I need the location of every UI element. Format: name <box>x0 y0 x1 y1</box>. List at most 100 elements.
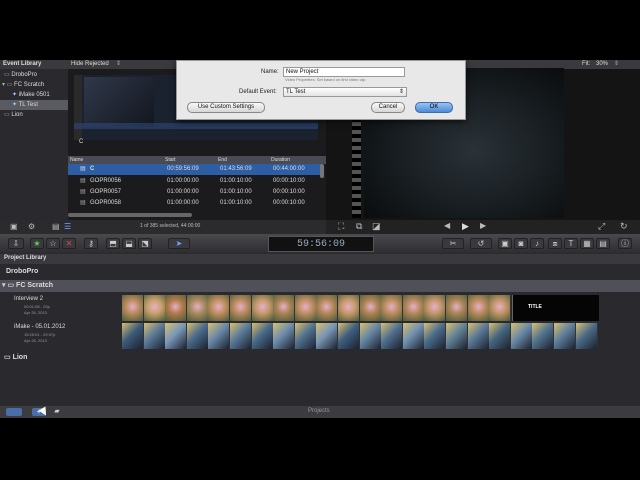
unrate-icon[interactable]: ☆ <box>46 238 60 249</box>
enhancements-icon[interactable]: ↺ <box>470 238 492 249</box>
new-folder-icon[interactable]: ▰ <box>50 408 64 416</box>
filmstrip-frame <box>186 295 209 321</box>
connect-clip-icon[interactable]: ⬒ <box>106 238 120 249</box>
music-icon[interactable]: ♪ <box>530 238 544 249</box>
row-name: GOPR0058 <box>90 200 122 206</box>
gear-icon[interactable]: ⚙ <box>28 222 35 231</box>
transform-icon[interactable]: ⛶ <box>338 221 344 232</box>
filmstrip-frame <box>446 323 468 349</box>
row-name: C <box>90 166 95 172</box>
event-item-tl-test[interactable]: ✦ TL Test <box>0 100 68 110</box>
table-row[interactable]: ▤ C 00:59:56:09 01:43:56:09 00:44:00:00 <box>68 164 322 175</box>
reject-icon[interactable]: ✕ <box>62 238 76 249</box>
project-filmstrip[interactable] <box>122 323 598 349</box>
select-tool-icon[interactable]: ➤ <box>168 238 190 249</box>
filmstrip-frame <box>186 323 209 349</box>
project-group-lion[interactable]: ▭ Lion <box>0 352 640 363</box>
letterbox-bottom <box>0 418 640 480</box>
titles-icon[interactable]: T <box>564 238 578 249</box>
favorite-icon[interactable]: ★ <box>30 238 44 249</box>
project-library-toggle-button[interactable] <box>6 408 22 416</box>
insert-clip-icon[interactable]: ⬓ <box>122 238 136 249</box>
project-library-footer: + ▰ Projects <box>0 406 640 418</box>
append-clip-icon[interactable]: ⬔ <box>138 238 152 249</box>
event-item-lion[interactable]: ▭ Lion <box>0 110 68 120</box>
zoom-dropdown-icon[interactable]: ⇕ <box>614 60 619 67</box>
zoom-value[interactable]: 30% <box>596 61 608 67</box>
filmstrip-frame <box>165 295 188 321</box>
ok-button[interactable]: OK <box>415 102 453 113</box>
event-star-icon: ✦ <box>12 92 18 98</box>
hide-rejected-filter[interactable]: Hide Rejected <box>71 61 109 67</box>
effects-tool-icon[interactable]: ✂ <box>442 238 464 249</box>
column-duration[interactable]: Duration <box>271 156 290 164</box>
filmstrip-frame <box>467 295 490 321</box>
title-clip-label: TITLE <box>528 304 542 310</box>
table-row[interactable]: ▤ GOPR0057 01:00:00:00 01:00:10:00 00:00… <box>68 187 322 198</box>
video-properties-hint: Video Properties: Set based on first vid… <box>285 77 366 82</box>
filter-dropdown-icon[interactable]: ⇕ <box>116 60 121 67</box>
event-item-fc-scratch[interactable]: ▾ ▭ FC Scratch <box>0 80 68 90</box>
inspector-icon[interactable]: ▣ <box>498 238 512 249</box>
new-project-dialog: Name: New Project Video Properties: Set … <box>176 60 466 120</box>
footer-label: Projects <box>308 408 330 414</box>
column-start[interactable]: Start <box>165 156 176 164</box>
event-item-imake-0501[interactable]: ✦ iMake 0501 <box>0 90 68 100</box>
filmstrip-frame <box>359 323 382 349</box>
project-duration: 00:01:08 - 29p <box>24 304 50 309</box>
filmstrip-view-icon[interactable]: ▤ <box>52 222 60 231</box>
table-row[interactable]: ▤ GOPR0056 01:00:00:00 01:00:10:00 00:00… <box>68 176 322 187</box>
name-label: Name: <box>261 69 279 75</box>
themes-icon[interactable]: ▤ <box>596 238 610 249</box>
disclosure-icon: ▾ <box>2 282 6 289</box>
project-duration: 19:25:01 - 29.97p <box>24 332 56 337</box>
crop-icon[interactable]: ⧉ <box>356 221 362 232</box>
disclosure-icon: ▾ <box>2 82 6 88</box>
row-end: 01:00:10:00 <box>220 189 252 195</box>
event-library-title: Event Library <box>3 61 42 67</box>
distort-icon[interactable]: ◪ <box>372 221 381 232</box>
list-header: Name Start End Duration <box>68 156 326 164</box>
filmstrip-frame <box>316 323 339 349</box>
fullscreen-icon[interactable]: ⤢ <box>598 221 605 232</box>
default-event-label: Default Event: <box>239 89 277 95</box>
event-item-drobopro[interactable]: ▭ DroboPro <box>0 70 68 80</box>
filmstrip-frame <box>381 323 404 349</box>
transitions-icon[interactable]: ⧈ <box>548 238 562 249</box>
cancel-button[interactable]: Cancel <box>371 102 405 113</box>
default-event-select[interactable]: TL Test ⇕ <box>283 87 407 97</box>
project-group-drobopro[interactable]: DroboPro <box>0 266 640 277</box>
play-icon[interactable]: ▶ <box>462 221 469 232</box>
project-item-imake[interactable]: iMake - 05.01.2012 19:25:01 - 29.97p Apr… <box>0 322 120 348</box>
group-label: FC Scratch <box>16 282 54 289</box>
project-item-interview-2[interactable]: Interview 2 00:01:08 - 29p Apr 26, 2013 <box>0 294 120 320</box>
drive-icon: ▭ <box>7 282 15 289</box>
use-custom-settings-button[interactable]: Use Custom Settings <box>187 102 265 113</box>
project-group-fc-scratch[interactable]: ▾ ▭ FC Scratch <box>0 280 640 292</box>
event-library-toggle-icon[interactable]: ▣ <box>10 222 18 231</box>
row-name: GOPR0056 <box>90 178 122 184</box>
generators-icon[interactable]: ▦ <box>580 238 594 249</box>
filmstrip-frame <box>424 295 447 321</box>
horizontal-scrollbar[interactable] <box>68 213 192 217</box>
filmstrip-frame <box>489 295 512 321</box>
keyword-icon[interactable]: ⚷ <box>84 238 98 249</box>
row-name: GOPR0057 <box>90 189 122 195</box>
list-view-icon[interactable]: ☰ <box>64 222 71 231</box>
photos-icon[interactable]: ◙ <box>514 238 528 249</box>
table-row[interactable]: ▤ GOPR0058 01:00:00:00 01:00:10:00 00:00… <box>68 198 322 209</box>
list-scrollbar[interactable] <box>320 164 324 178</box>
column-name[interactable]: Name <box>70 156 83 164</box>
event-library-header: Event Library <box>0 60 68 69</box>
project-filmstrip[interactable] <box>122 295 599 321</box>
info-icon[interactable]: ⓘ <box>618 238 632 249</box>
dashboard-timecode[interactable]: 59:56:09 <box>268 236 374 252</box>
import-icon[interactable]: ⇩ <box>8 238 24 249</box>
next-frame-icon[interactable]: ▶ <box>480 221 486 230</box>
viewer-controls: ⛶ ⧉ ◪ ◀ ▶ ▶ ⤢ ↻ <box>326 220 640 234</box>
column-end[interactable]: End <box>218 156 227 164</box>
loop-icon[interactable]: ↻ <box>620 221 628 232</box>
event-star-icon: ✦ <box>12 102 18 108</box>
previous-frame-icon[interactable]: ◀ <box>444 221 450 230</box>
project-name-field[interactable]: New Project <box>283 67 405 77</box>
